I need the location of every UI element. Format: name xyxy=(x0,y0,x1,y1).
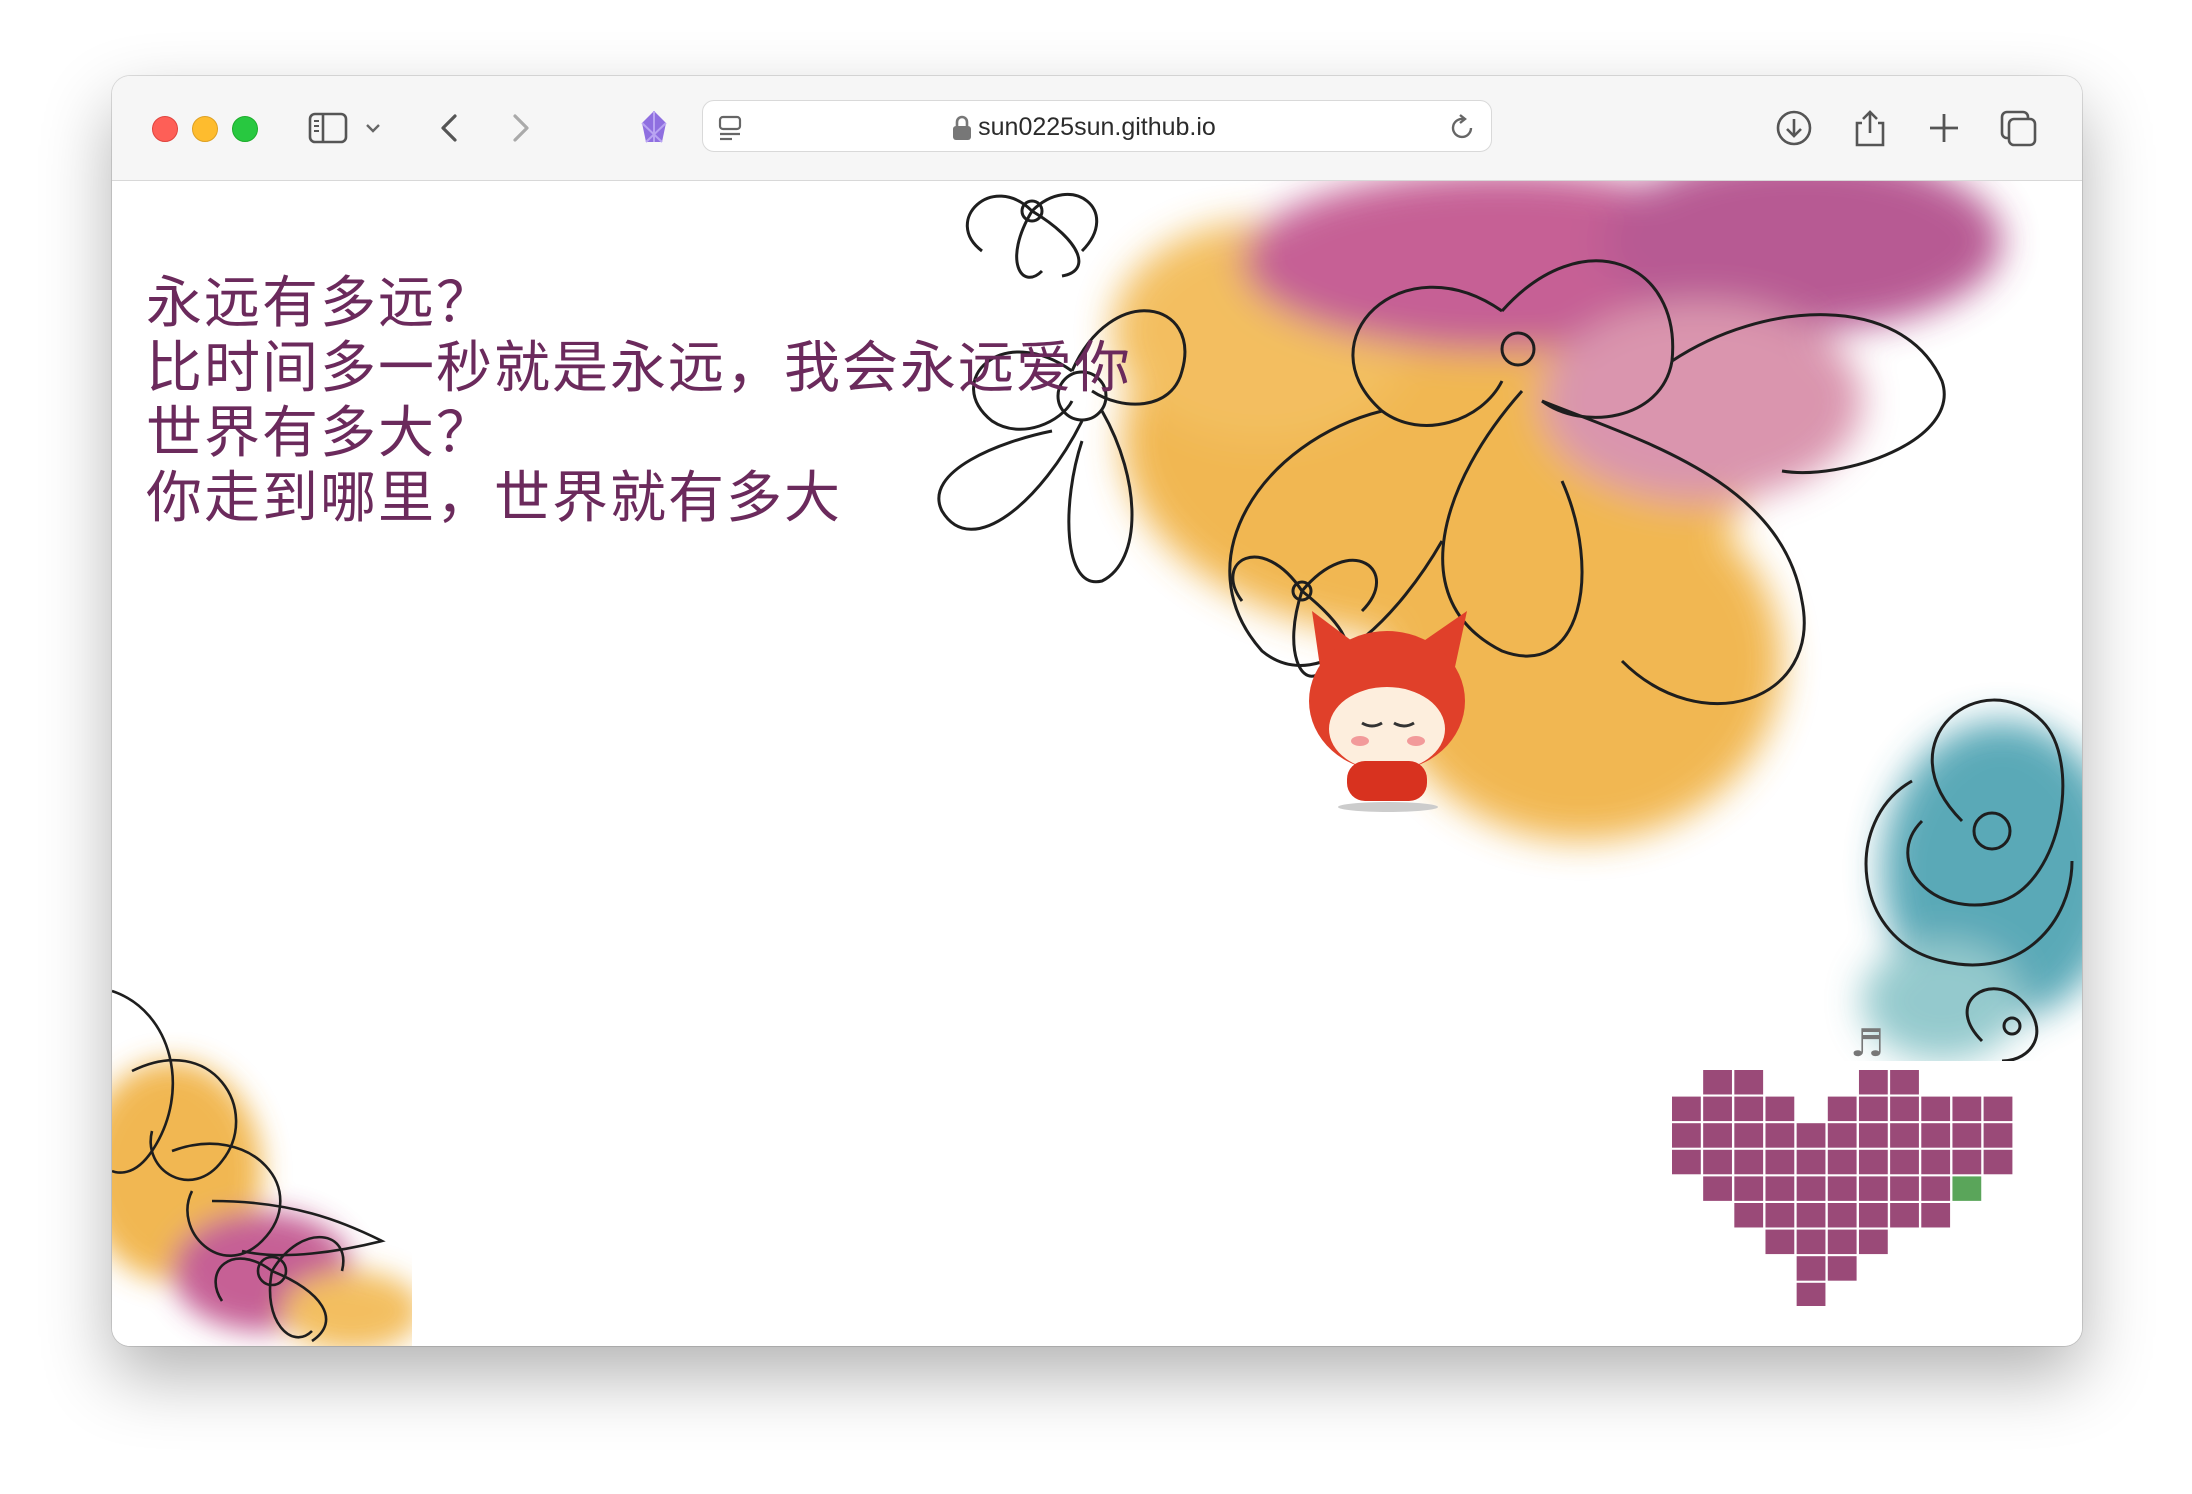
reload-icon[interactable] xyxy=(1447,111,1479,143)
heart-pixel xyxy=(1983,1149,2013,1175)
heart-pixel xyxy=(1827,1123,1857,1148)
poem-line-3: 世界有多大？ xyxy=(146,401,494,466)
heart-pixel xyxy=(1796,1229,1826,1255)
heart-pixel xyxy=(1734,1149,1764,1175)
heart-pixel xyxy=(1983,1096,2013,1122)
heart-pixel xyxy=(1858,1203,1888,1228)
heart-pixel xyxy=(1858,1070,1888,1095)
heart-pixel xyxy=(1734,1176,1764,1201)
back-icon[interactable] xyxy=(428,108,472,148)
poem-line-4: 你走到哪里，世界就有多大 xyxy=(146,466,842,531)
heart-pixel xyxy=(1796,1256,1826,1281)
close-window-button[interactable] xyxy=(152,116,178,142)
heart-pixel xyxy=(1734,1096,1764,1122)
heart-pixel xyxy=(1796,1282,1826,1306)
share-icon[interactable] xyxy=(1848,108,1892,148)
heart-pixel xyxy=(1672,1123,1701,1148)
sidebar-icon[interactable] xyxy=(306,108,350,148)
heart-pixel xyxy=(1890,1123,1919,1148)
heart-pixel xyxy=(1827,1256,1857,1281)
heart-pixel xyxy=(1983,1123,2013,1148)
browser-window: sun0225sun.github.io 永远有多远？ 比时间多一秒就是永远，我… xyxy=(112,76,2082,1346)
heart-pixel xyxy=(1765,1176,1795,1201)
heart-pixel xyxy=(1827,1203,1857,1228)
heart-pixel xyxy=(1890,1203,1919,1228)
heart-pixel xyxy=(1858,1229,1888,1255)
heart-pixel xyxy=(1890,1096,1919,1122)
url-text: sun0225sun.github.io xyxy=(978,113,1216,141)
heart-pixel xyxy=(1858,1096,1888,1122)
new-tab-icon[interactable] xyxy=(1922,108,1966,148)
heart-pixel xyxy=(1952,1123,1982,1148)
heart-pixel xyxy=(1858,1176,1888,1201)
heart-pixel xyxy=(1734,1070,1764,1095)
flower-corner-image xyxy=(112,989,412,1346)
poem-line-1: 永远有多远？ xyxy=(146,271,494,336)
heart-pixel xyxy=(1672,1149,1701,1175)
heart-pixel xyxy=(1858,1149,1888,1175)
heart-pixel xyxy=(1765,1229,1795,1255)
heart-pixel xyxy=(1796,1123,1826,1148)
heart-pixel xyxy=(1921,1123,1951,1148)
heart-pixel xyxy=(1703,1123,1732,1148)
heart-pixel xyxy=(1921,1203,1951,1228)
pixel-heart xyxy=(1672,1070,2013,1306)
heart-pixel xyxy=(1952,1176,1982,1201)
heart-pixel xyxy=(1765,1149,1795,1175)
music-note-icon[interactable]: ♬ xyxy=(1850,1021,1884,1065)
heart-pixel xyxy=(1827,1229,1857,1255)
heart-pixel xyxy=(1765,1123,1795,1148)
chevron-down-icon[interactable] xyxy=(360,108,386,148)
heart-pixel xyxy=(1858,1123,1888,1148)
minimize-window-button[interactable] xyxy=(192,116,218,142)
heart-pixel xyxy=(1672,1096,1701,1122)
heart-pixel xyxy=(1952,1096,1982,1122)
heart-pixel xyxy=(1703,1176,1732,1201)
heart-pixel xyxy=(1734,1123,1764,1148)
heart-pixel xyxy=(1890,1176,1919,1201)
heart-pixel xyxy=(1952,1149,1982,1175)
zoom-window-button[interactable] xyxy=(232,116,258,142)
address-bar[interactable]: sun0225sun.github.io xyxy=(702,100,1492,152)
heart-pixel xyxy=(1890,1149,1919,1175)
forward-icon[interactable] xyxy=(498,108,542,148)
heart-pixel xyxy=(1921,1096,1951,1122)
heart-pixel xyxy=(1921,1149,1951,1175)
tabs-overview-icon[interactable] xyxy=(1996,108,2040,148)
poem-line-2: 比时间多一秒就是永远，我会永远爱你 xyxy=(146,336,1132,401)
download-icon[interactable] xyxy=(1772,108,1816,148)
heart-pixel xyxy=(1703,1149,1732,1175)
heart-pixel xyxy=(1796,1149,1826,1175)
extension-icon[interactable] xyxy=(632,108,676,148)
poem-text: 永远有多远？ 比时间多一秒就是永远，我会永远爱你 世界有多大？ 你走到哪里，世界… xyxy=(146,271,1132,531)
heart-pixel xyxy=(1827,1176,1857,1201)
browser-toolbar: sun0225sun.github.io xyxy=(112,76,2082,181)
heart-pixel xyxy=(1921,1176,1951,1201)
heart-pixel xyxy=(1765,1203,1795,1228)
heart-pixel xyxy=(1890,1070,1919,1095)
page-content: 永远有多远？ 比时间多一秒就是永远，我会永远爱你 世界有多大？ 你走到哪里，世界… xyxy=(112,181,2082,1346)
heart-pixel xyxy=(1827,1096,1857,1122)
heart-pixel xyxy=(1827,1149,1857,1175)
heart-pixel xyxy=(1765,1096,1795,1122)
heart-pixel xyxy=(1734,1203,1764,1228)
heart-pixel xyxy=(1796,1203,1826,1228)
heart-pixel xyxy=(1796,1176,1826,1201)
heart-pixel xyxy=(1703,1070,1732,1095)
heart-pixel xyxy=(1703,1096,1732,1122)
